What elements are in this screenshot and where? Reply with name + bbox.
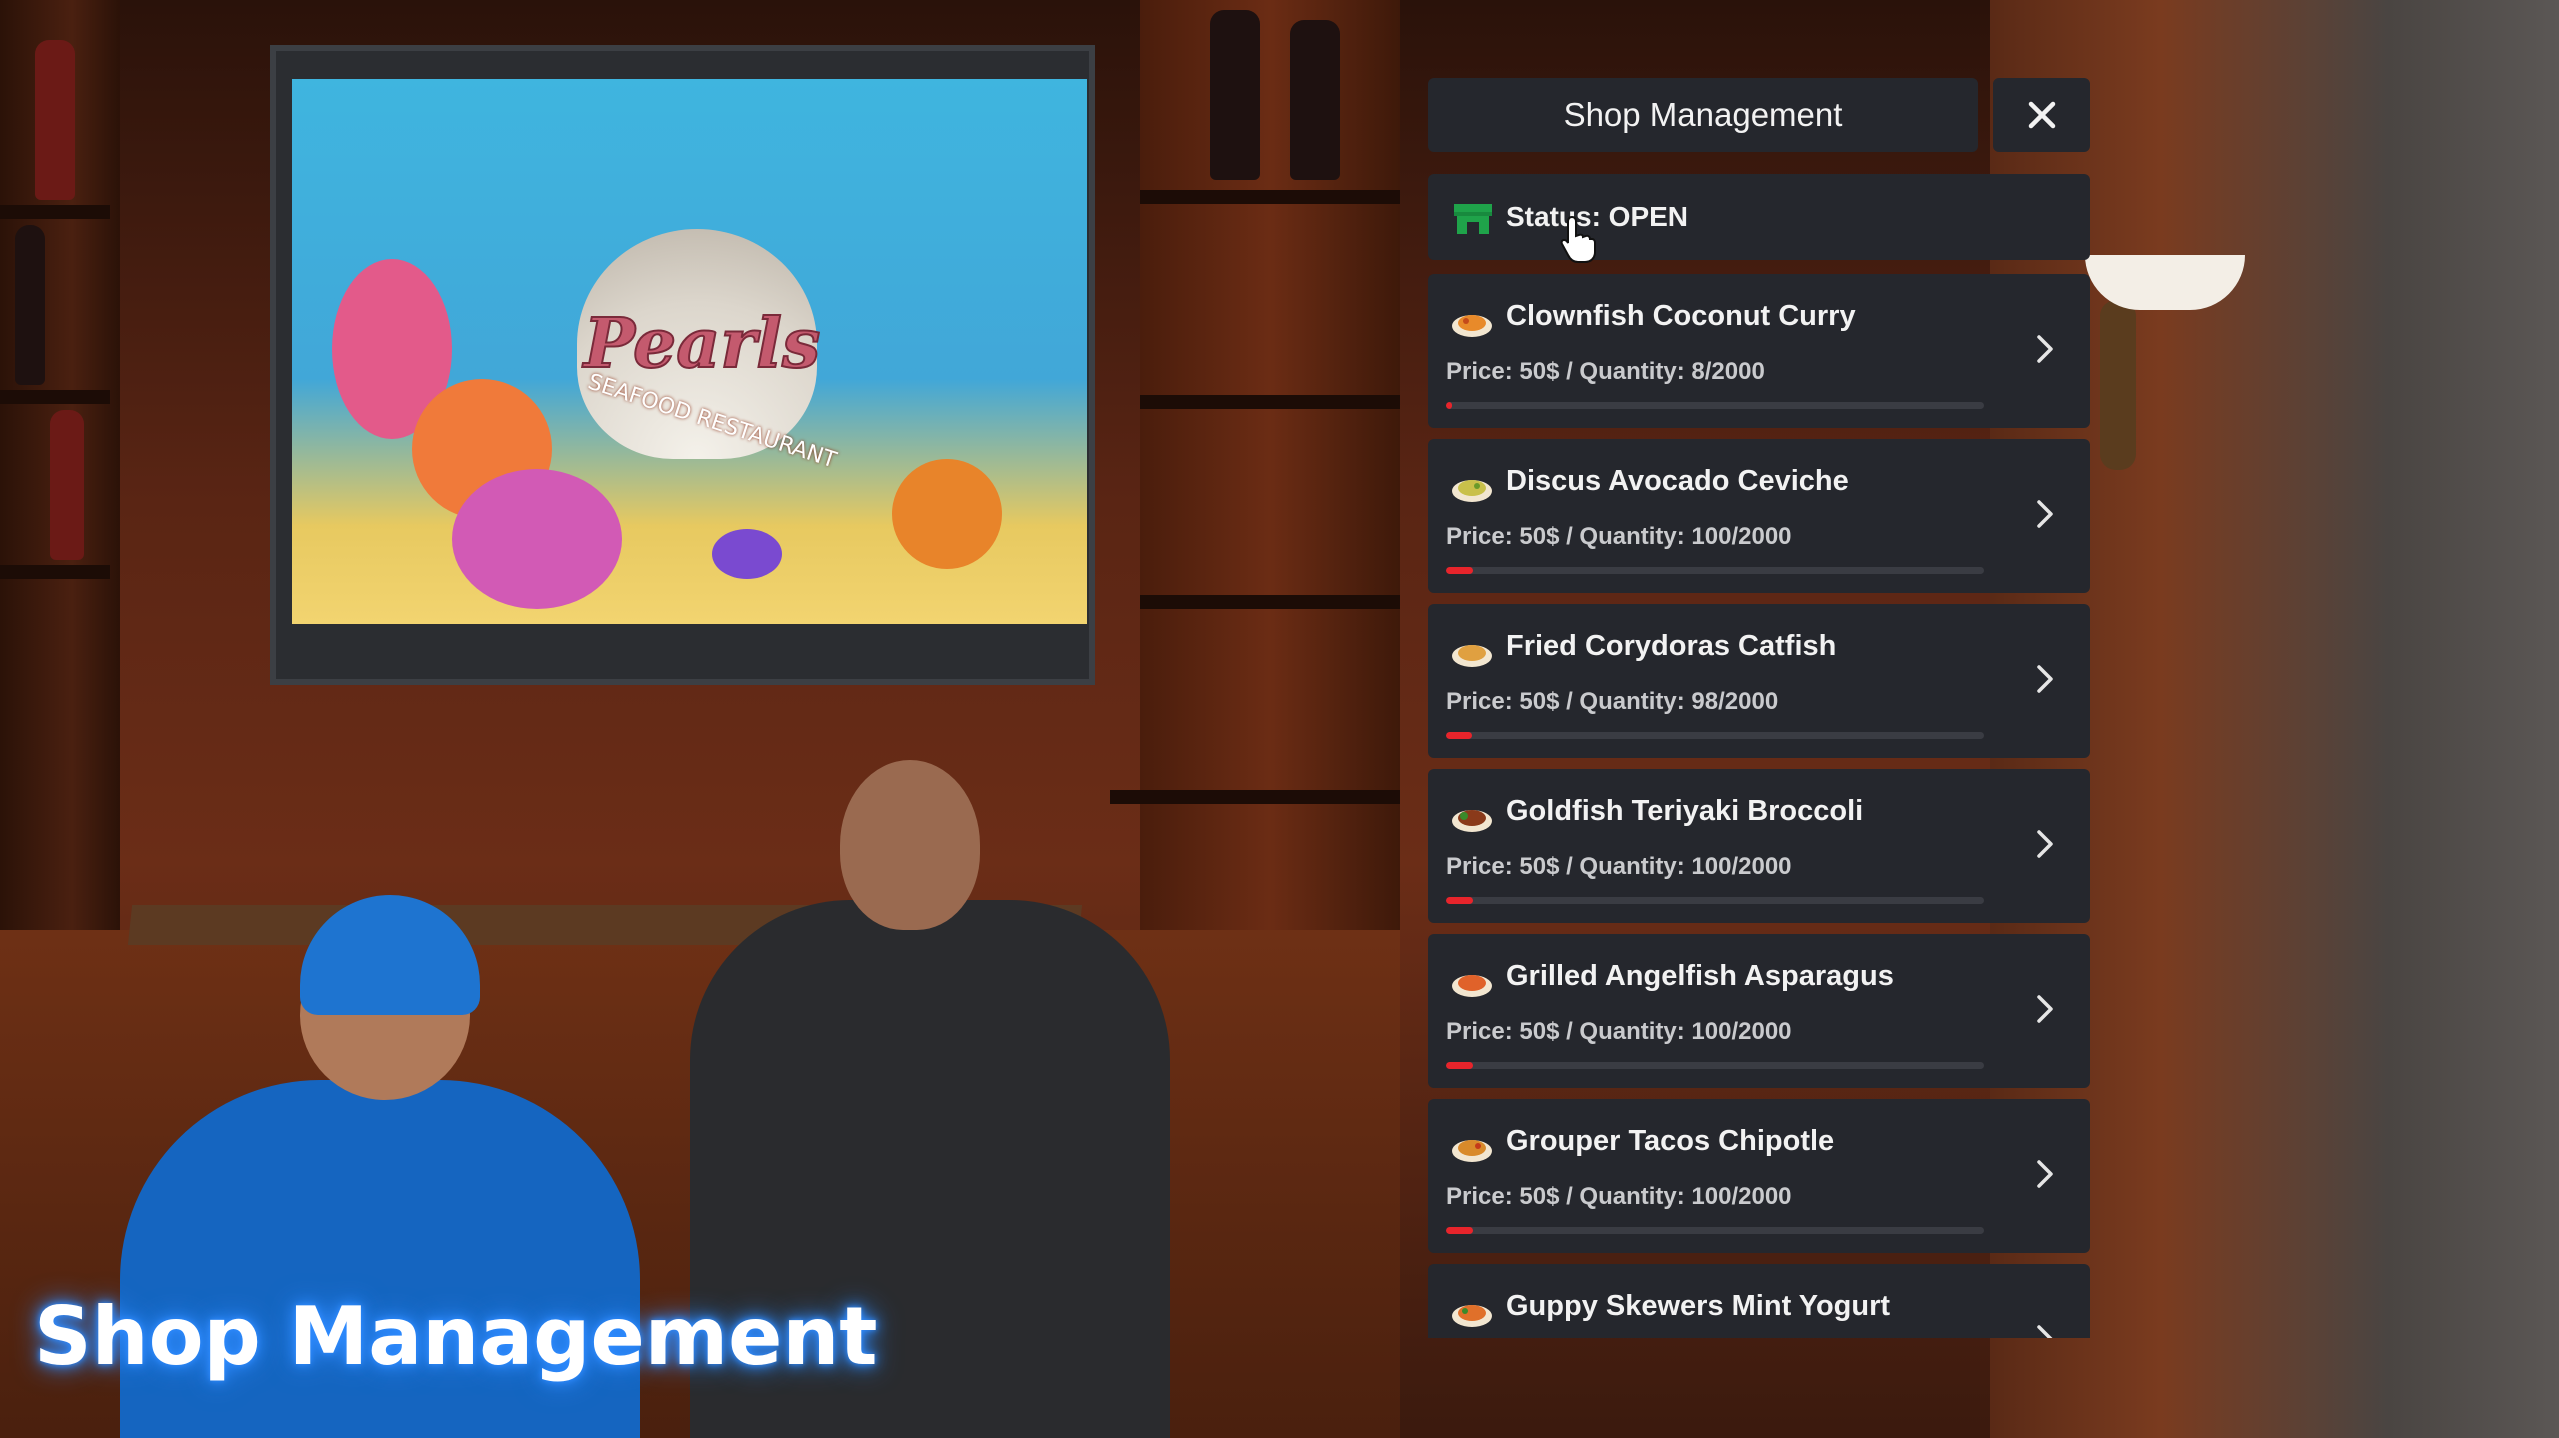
quantity-bar [1446,1062,1984,1069]
menu-item[interactable]: Clownfish Coconut Curry Price: 50$ / Qua… [1428,274,2090,428]
dish-icon [1452,1305,1492,1327]
quantity-bar [1446,1227,1984,1234]
close-icon [2028,101,2055,129]
menu-item[interactable]: Guppy Skewers Mint Yogurt [1428,1264,2090,1338]
close-button[interactable] [1993,78,2090,152]
quantity-bar [1446,897,1984,904]
bottle [50,410,84,560]
item-name: Grilled Angelfish Asparagus [1506,960,1894,992]
shelf [0,390,110,404]
player-body [120,1080,640,1438]
item-price-quantity: Price: 50$ / Quantity: 8/2000 [1446,358,1765,385]
bottle [1290,20,1340,180]
chevron-right-icon [2037,1160,2053,1188]
quantity-bar [1446,732,1984,739]
dish-icon [1452,645,1492,667]
chevron-right-icon [2037,995,2053,1023]
dish-icon [1452,315,1492,337]
status-toggle[interactable]: Status: OPEN [1428,174,2090,263]
item-price-quantity: Price: 50$ / Quantity: 100/2000 [1446,853,1792,880]
menu-item[interactable]: Grouper Tacos Chipotle Price: 50$ / Quan… [1428,1099,2090,1253]
menu-item[interactable]: Grilled Angelfish Asparagus Price: 50$ /… [1428,934,2090,1088]
hand-cursor-icon [1560,215,1596,263]
chevron-right-icon [2037,665,2053,693]
menu-item[interactable]: Discus Avocado Ceviche Price: 50$ / Quan… [1428,439,2090,593]
tv-logo: Pearls [583,303,822,385]
menu-item[interactable]: Goldfish Teriyaki Broccoli Price: 50$ / … [1428,769,2090,923]
bottle [35,40,75,200]
item-price-quantity: Price: 50$ / Quantity: 98/2000 [1446,688,1779,715]
item-name: Grouper Tacos Chipotle [1506,1125,1835,1157]
shelf [1140,190,1400,204]
game-scene: Pearls SEAFOOD RESTAURANT [0,0,2559,1438]
shelf [0,205,110,219]
shelf [1140,395,1400,409]
menu-item[interactable]: Fried Corydoras Catfish Price: 50$ / Qua… [1428,604,2090,758]
shelf [0,565,110,579]
tv-screen: Pearls SEAFOOD RESTAURANT [270,45,1095,685]
video-caption: Shop Management [34,1290,878,1383]
item-name: Clownfish Coconut Curry [1506,300,1856,332]
quantity-bar [1446,402,1984,409]
shop-management-panel: Shop Management Status: OPEN Clownfish C… [1428,78,2090,1338]
quantity-bar-fill [1446,732,1473,739]
quantity-bar-fill [1446,567,1473,574]
chevron-right-icon [2037,335,2053,363]
coral [452,469,622,609]
item-name: Fried Corydoras Catfish [1506,630,1837,662]
chevron-right-icon [2037,1325,2053,1338]
panel-title: Shop Management [1428,78,1978,152]
shelf [1140,595,1400,609]
quantity-bar-fill [1446,1062,1473,1069]
bottle [15,225,45,385]
coral [892,459,1002,569]
quantity-bar-fill [1446,1227,1473,1234]
dish-icon [1452,480,1492,502]
quantity-bar [1446,567,1984,574]
item-name: Discus Avocado Ceviche [1506,465,1849,497]
lamp-arm [2100,300,2136,470]
item-price-quantity: Price: 50$ / Quantity: 100/2000 [1446,1183,1792,1210]
quantity-bar-fill [1446,897,1473,904]
tv-display: Pearls SEAFOOD RESTAURANT [292,79,1087,624]
status-label: Status: OPEN [1506,201,1689,232]
item-price-quantity: Price: 50$ / Quantity: 100/2000 [1446,1018,1792,1045]
npc-head [840,760,980,930]
store-icon [1454,204,1492,234]
coral [712,529,782,579]
item-price-quantity: Price: 50$ / Quantity: 100/2000 [1446,523,1792,550]
dish-icon [1452,1140,1492,1162]
dish-icon [1452,810,1492,832]
item-name: Goldfish Teriyaki Broccoli [1506,795,1864,827]
quantity-bar-fill [1446,402,1453,409]
dish-icon [1452,975,1492,997]
item-name: Guppy Skewers Mint Yogurt [1506,1290,1891,1322]
bottle [1210,10,1260,180]
chevron-right-icon [2037,500,2053,528]
chevron-right-icon [2037,830,2053,858]
shelf [1110,790,1400,804]
